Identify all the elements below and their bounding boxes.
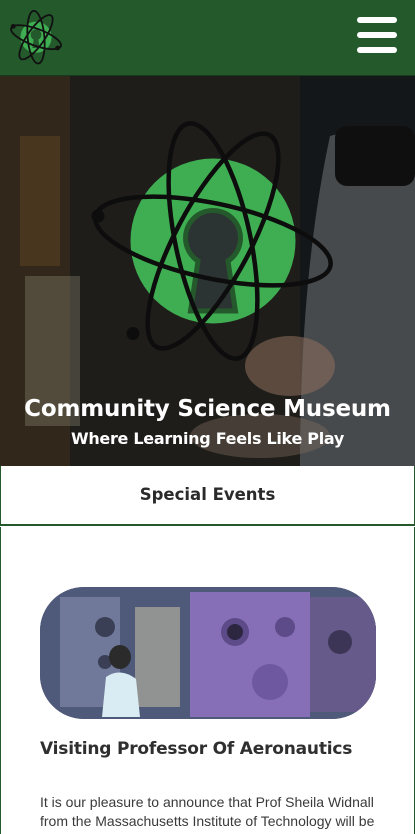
event-photo[interactable] — [40, 587, 376, 719]
special-events-header: Special Events — [0, 466, 415, 526]
event-title[interactable]: Visiting Professor Of Aeronautics — [40, 739, 380, 759]
menu-bar — [357, 32, 397, 38]
hero-title: Community Science Museum — [24, 396, 391, 422]
top-nav-bar — [0, 0, 415, 76]
event-description: It is our pleasure to announce that Prof… — [40, 794, 375, 834]
vacuum-chamber-illustration — [40, 587, 376, 719]
menu-bar — [357, 17, 397, 23]
section-heading: Special Events — [139, 485, 276, 504]
hero-banner: Community Science Museum Where Learning … — [0, 76, 415, 466]
menu-bar — [357, 47, 397, 53]
event-card: Visiting Professor Of Aeronautics It is … — [0, 527, 415, 834]
atom-keyhole-logo-icon — [91, 121, 333, 361]
hero-subtitle: Where Learning Feels Like Play — [70, 429, 345, 448]
atom-keyhole-logo-icon[interactable] — [6, 6, 66, 66]
hamburger-menu-button[interactable] — [357, 17, 397, 53]
